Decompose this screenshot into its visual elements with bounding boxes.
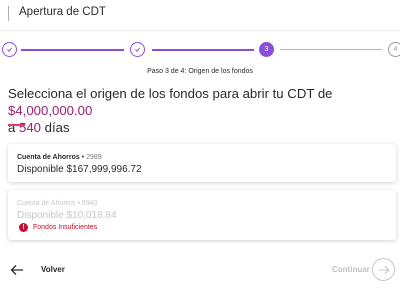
step-2-check-icon (130, 42, 145, 57)
account-available-balance: Disponible $10,018.84 (17, 210, 117, 221)
step-connector-3 (280, 49, 382, 50)
step-4-pending: 4 (388, 42, 400, 57)
back-button[interactable]: Volver (10, 261, 65, 279)
back-label: Volver (41, 265, 65, 274)
page-title: Apertura de CDT (19, 6, 106, 18)
heading-mid: a (8, 120, 19, 135)
account-title: Cuenta de Ahorros • 2989 (17, 154, 102, 161)
step-connector-1 (21, 49, 124, 51)
account-card-2989[interactable]: Cuenta de Ahorros • 2989 Disponible $167… (8, 144, 396, 182)
account-number: 2989 (86, 154, 102, 161)
progress-stepper: 3 4 (0, 42, 400, 60)
alert-icon: ! (19, 222, 28, 232)
page-heading: Selecciona el origen de los fondos para … (8, 85, 398, 136)
continue-button[interactable] (372, 258, 395, 281)
cdt-amount: $4,000,000.00 (8, 103, 93, 118)
warning-text: Fondos Insuficientes (33, 223, 98, 231)
step-3-current: 3 (259, 42, 274, 57)
account-type: Cuenta de Ahorros (17, 154, 80, 161)
step-caption-prefix: Paso 3 de 4: (147, 68, 189, 75)
account-number: 9940 (81, 200, 98, 207)
cdt-days: 540 (19, 120, 42, 135)
insufficient-funds-warning: ! Fondos Insuficientes (19, 222, 97, 232)
heading-accent-divider (8, 124, 25, 126)
arrow-right-icon (378, 265, 390, 274)
continue-label: Continuar (332, 265, 370, 274)
heading-prefix: Selecciona el origen de los fondos para … (8, 86, 333, 101)
app-header: Apertura de CDT (0, 0, 400, 30)
header-divider (8, 6, 9, 21)
step-caption: Paso 3 de 4: Origen de los fondos (0, 68, 400, 75)
step-1-check-icon (2, 42, 17, 57)
account-type: Cuenta de Ahorros (17, 200, 76, 207)
account-available-balance: Disponible $167,999,996.72 (17, 164, 142, 175)
account-title: Cuenta de Ahorros • 9940 (17, 200, 97, 207)
heading-suffix: días (41, 120, 70, 135)
arrow-left-icon (10, 265, 23, 275)
account-card-9940: Cuenta de Ahorros • 9940 Disponible $10,… (8, 190, 396, 240)
step-caption-name: Origen de los fondos (188, 68, 253, 75)
step-connector-2 (152, 49, 254, 51)
